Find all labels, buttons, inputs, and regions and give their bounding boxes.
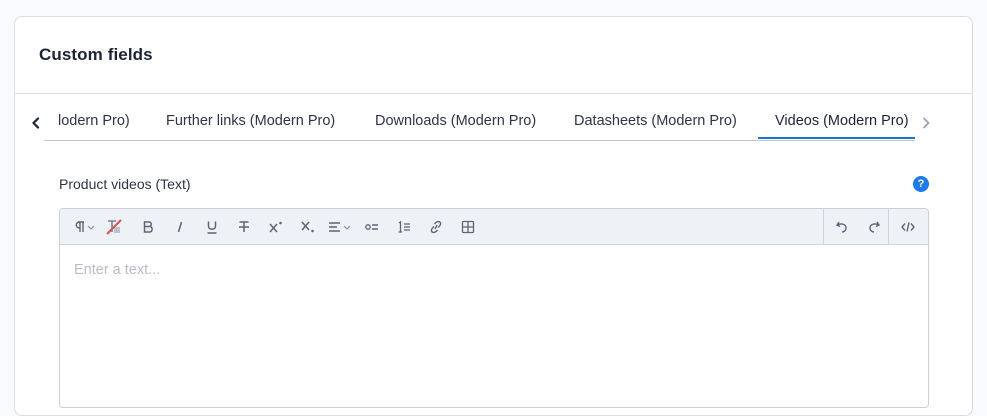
card-title: Custom fields	[39, 45, 153, 64]
link-button[interactable]	[426, 216, 446, 238]
paragraph-format-button[interactable]	[70, 216, 100, 238]
clear-format-icon	[106, 219, 122, 235]
subscript-icon	[301, 221, 314, 233]
bold-icon	[143, 221, 153, 233]
toolbar-separator	[888, 209, 889, 244]
italic-button[interactable]	[170, 216, 190, 238]
underline-button[interactable]	[202, 216, 222, 238]
bullet-list-button[interactable]	[362, 216, 382, 238]
field-label: Product videos (Text)	[59, 176, 191, 192]
numbered-list-icon	[398, 220, 410, 233]
tabs-scroll-left-button[interactable]	[28, 114, 44, 132]
undo-icon	[835, 221, 847, 233]
table-icon	[461, 220, 475, 234]
superscript-icon	[269, 221, 282, 233]
redo-button[interactable]	[864, 216, 884, 238]
align-button[interactable]	[326, 216, 356, 238]
code-view-button[interactable]	[898, 216, 918, 238]
underline-icon	[207, 221, 217, 234]
undo-button[interactable]	[832, 216, 852, 238]
tab-videos[interactable]: Videos (Modern Pro)	[775, 106, 909, 139]
clear-format-button[interactable]	[103, 216, 125, 238]
link-icon	[430, 220, 442, 234]
tab-bar: lodern Pro) Further links (Modern Pro) D…	[28, 106, 943, 141]
superscript-button[interactable]	[266, 216, 286, 238]
tab-datasheets[interactable]: Datasheets (Modern Pro)	[574, 106, 737, 139]
strikethrough-icon	[239, 221, 249, 232]
chevron-left-icon	[32, 117, 40, 129]
strikethrough-button[interactable]	[234, 216, 254, 238]
rich-text-editor: Enter a text...	[59, 208, 929, 408]
tab-strip: lodern Pro) Further links (Modern Pro) D…	[44, 106, 915, 141]
redo-icon	[869, 221, 881, 233]
code-view-icon	[901, 222, 915, 232]
card-header: Custom fields	[15, 17, 972, 94]
chevron-right-icon	[923, 117, 930, 129]
tab-further-links[interactable]: Further links (Modern Pro)	[166, 106, 335, 139]
paragraph-format-icon	[75, 221, 95, 232]
numbered-list-button[interactable]	[394, 216, 414, 238]
tab-downloads[interactable]: Downloads (Modern Pro)	[375, 106, 536, 139]
table-button[interactable]	[458, 216, 478, 238]
bullet-list-icon	[365, 224, 378, 230]
align-icon	[329, 222, 351, 232]
italic-icon	[177, 221, 183, 233]
help-icon[interactable]: ?	[913, 176, 929, 192]
active-tab-indicator	[758, 137, 915, 139]
tabs-scroll-right-button[interactable]	[918, 114, 934, 132]
subscript-button[interactable]	[298, 216, 318, 238]
editor-toolbar	[60, 209, 928, 245]
toolbar-separator	[823, 209, 824, 244]
bold-button[interactable]	[138, 216, 158, 238]
editor-placeholder: Enter a text...	[74, 262, 161, 278]
editor-content-area[interactable]: Enter a text...	[60, 244, 928, 407]
tab-item[interactable]: lodern Pro)	[58, 106, 130, 139]
